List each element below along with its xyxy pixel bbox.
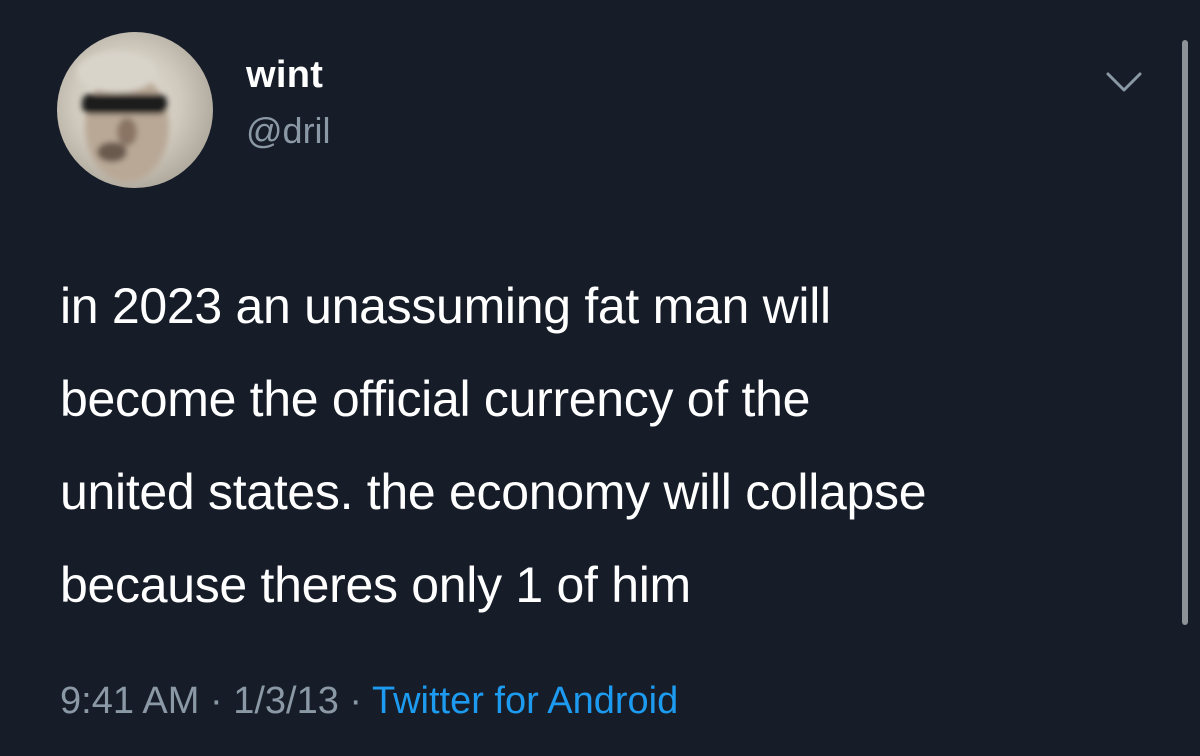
chevron-down-icon[interactable]	[1098, 62, 1150, 102]
user-handle[interactable]: @dril	[246, 110, 331, 152]
tweet-text-line: become the official currency of the	[60, 371, 811, 427]
chevron-down-icon-glyph	[1106, 72, 1142, 92]
avatar[interactable]	[57, 32, 213, 188]
scrollbar[interactable]	[1182, 40, 1188, 625]
meta-separator: ·	[338, 680, 372, 722]
tweet-source-link[interactable]: Twitter for Android	[372, 680, 678, 722]
display-name[interactable]: wint	[246, 54, 323, 97]
avatar-image	[77, 52, 169, 182]
tweet-meta: 9:41 AM · 1/3/13 · Twitter for Android	[60, 680, 678, 723]
tweet-text-line: in 2023 an unassuming fat man will	[60, 278, 831, 334]
tweet-text: in 2023 an unassuming fat man will becom…	[60, 260, 1150, 632]
tweet-card: wint @dril in 2023 an unassuming fat man…	[0, 0, 1200, 756]
tweet-text-line: united states. the economy will collapse	[60, 464, 927, 520]
tweet-time[interactable]: 9:41 AM	[60, 680, 199, 722]
meta-separator: ·	[199, 680, 234, 722]
tweet-date[interactable]: 1/3/13	[233, 680, 339, 722]
tweet-text-line: because theres only 1 of him	[60, 557, 691, 613]
